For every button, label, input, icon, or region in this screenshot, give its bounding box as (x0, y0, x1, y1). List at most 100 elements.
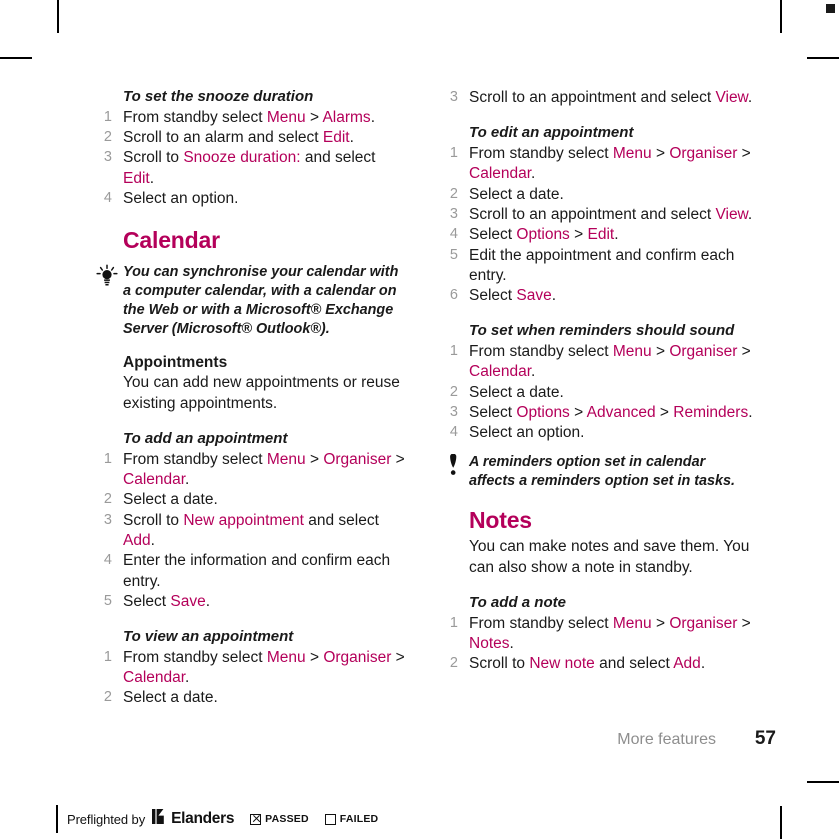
procedure-step: 1 From standby select Menu > Alarms. (96, 108, 408, 128)
step-text: . (531, 165, 536, 183)
step-text: > (391, 450, 405, 468)
steps-snooze: 1 From standby select Menu > Alarms. 2 Scro… (96, 108, 408, 209)
procedure-heading-snooze: To set the snooze duration (123, 88, 314, 105)
ui-keyword: View (715, 205, 748, 223)
step-text: Scroll to (469, 655, 530, 673)
step-number: 3 (449, 89, 458, 105)
ui-keyword: Save (516, 287, 552, 305)
preflight-passed-checkbox[interactable]: PASSED (250, 813, 309, 825)
step-text: and select (303, 511, 379, 529)
procedure-step: 2 Scroll to New note and select Add. (442, 654, 754, 674)
steps-add-appointment: 1 From standby select Menu > Organiser > … (96, 450, 408, 612)
steps-view-appointment: 1 From standby select Menu > Organiser > … (96, 648, 408, 709)
footer-chapter-label: More features (617, 731, 716, 748)
procedure-step: 2 Select a date. (96, 688, 408, 708)
ui-keyword: Organiser (669, 614, 738, 632)
step-number: 4 (103, 552, 112, 569)
procedure-heading-add-appointment: To add an appointment (123, 430, 288, 448)
step-text: Scroll to an alarm and select (123, 129, 323, 147)
step-text: > (305, 108, 323, 126)
preflight-failed-checkbox[interactable]: FAILED (324, 813, 379, 825)
manual-page: To set the snooze duration 1 From standby… (0, 0, 839, 839)
ui-keyword: Save (170, 592, 206, 610)
ui-keyword: Edit (123, 169, 150, 187)
step-number: 1 (449, 145, 458, 162)
step-text: Scroll to (123, 511, 184, 529)
ui-keyword: Organiser (323, 648, 392, 666)
step-number: 1 (449, 343, 458, 360)
ui-keyword: Menu (266, 648, 306, 666)
steps-add-note: 1 From standby select Menu > Organiser > … (442, 614, 754, 675)
body-text-notes: You can make notes and save them. You ca… (469, 538, 750, 576)
ui-keyword: View (715, 89, 748, 106)
procedure-step: 2 Select a date. (96, 490, 408, 510)
procedure-step: 3 Scroll to Snooze duration: and select E… (96, 148, 408, 189)
step-text: . (150, 531, 155, 549)
elanders-brand-label: Elanders (171, 810, 235, 827)
left-column: To set the snooze duration 1 From standby… (96, 88, 408, 709)
tip-callout-calendar: You can synchronise your calendar with a… (96, 263, 408, 339)
step-text: . (747, 89, 753, 106)
step-number: 3 (449, 404, 458, 421)
procedure-heading-add-note: To add a note (469, 594, 566, 612)
right-column: 3 Scroll to an appointment and select Vie… (442, 88, 754, 709)
ui-keyword: New note (529, 655, 595, 673)
checkbox-failed-label: FAILED (339, 813, 379, 825)
step-text: . (748, 404, 753, 422)
procedure-heading-reminders: To set when reminders should sound (469, 322, 735, 340)
step-text: . (205, 592, 211, 610)
step-number: 4 (103, 189, 112, 206)
step-text: > (655, 404, 674, 422)
step-text: . (551, 287, 557, 305)
procedure-step: 4 Select Options > Edit. (442, 225, 754, 245)
procedure-step: 1 From standby select Menu > Organiser > … (442, 144, 754, 185)
step-text: Select a date. (469, 383, 564, 401)
step-text: > (651, 145, 670, 163)
step-text: . (370, 108, 375, 126)
ui-keyword: Add (123, 531, 151, 549)
steps-edit-appointment: 1 From standby select Menu > Organiser > … (442, 144, 754, 306)
step-text: Enter the information and confirm each e… (123, 552, 391, 590)
procedure-step: 3 Scroll to an appointment and select Vie… (442, 205, 754, 225)
step-text: and select (594, 655, 674, 673)
procedure-step: 1 From standby select Menu > Organiser > … (96, 450, 408, 491)
crop-mark-right-top (807, 57, 839, 59)
step-text: From standby select (123, 450, 267, 468)
step-text: > (651, 614, 670, 632)
section-title-notes: Notes (469, 506, 532, 533)
step-text: Select (123, 592, 171, 610)
step-text: Scroll to an appointment and select (469, 205, 716, 223)
step-number: 2 (103, 689, 112, 706)
step-text: . (614, 226, 619, 244)
step-number: 1 (449, 614, 458, 631)
step-text: Select an option. (469, 424, 585, 442)
step-number: 3 (449, 205, 458, 222)
step-number: 6 (449, 287, 458, 304)
step-text: From standby select (469, 145, 613, 163)
ui-keyword: Menu (266, 108, 306, 126)
procedure-step: 5 Select Save. (96, 592, 408, 612)
step-text: . (509, 635, 514, 653)
step-text: Select (469, 287, 517, 305)
step-number: 4 (449, 226, 458, 243)
step-text: Select (469, 226, 517, 244)
procedure-step: 2 Scroll to an alarm and select Edit. (96, 128, 408, 148)
crop-mark-top-right (780, 0, 782, 33)
steps-view-appointment-continued: 3 Scroll to an appointment and select Vie… (442, 88, 754, 108)
step-number: 1 (103, 648, 112, 665)
step-text: and select (300, 149, 376, 167)
preflight-banner: Preflighted by Elanders PASSED FAILED (56, 805, 378, 833)
ui-keyword: Advanced (586, 404, 656, 422)
step-text: Select an option. (123, 189, 239, 207)
step-text: > (737, 343, 751, 361)
ui-keyword: Options (516, 226, 570, 244)
ui-keyword: Options (516, 404, 570, 422)
ui-keyword: Edit (587, 226, 615, 244)
checkbox-failed-box[interactable] (324, 813, 336, 825)
step-text: From standby select (469, 614, 613, 632)
checkbox-passed-box[interactable] (250, 813, 262, 825)
step-text: Select a date. (469, 185, 564, 203)
crop-mark-bottom-right (780, 806, 782, 839)
step-text: From standby select (123, 108, 267, 126)
step-text: From standby select (469, 343, 613, 361)
